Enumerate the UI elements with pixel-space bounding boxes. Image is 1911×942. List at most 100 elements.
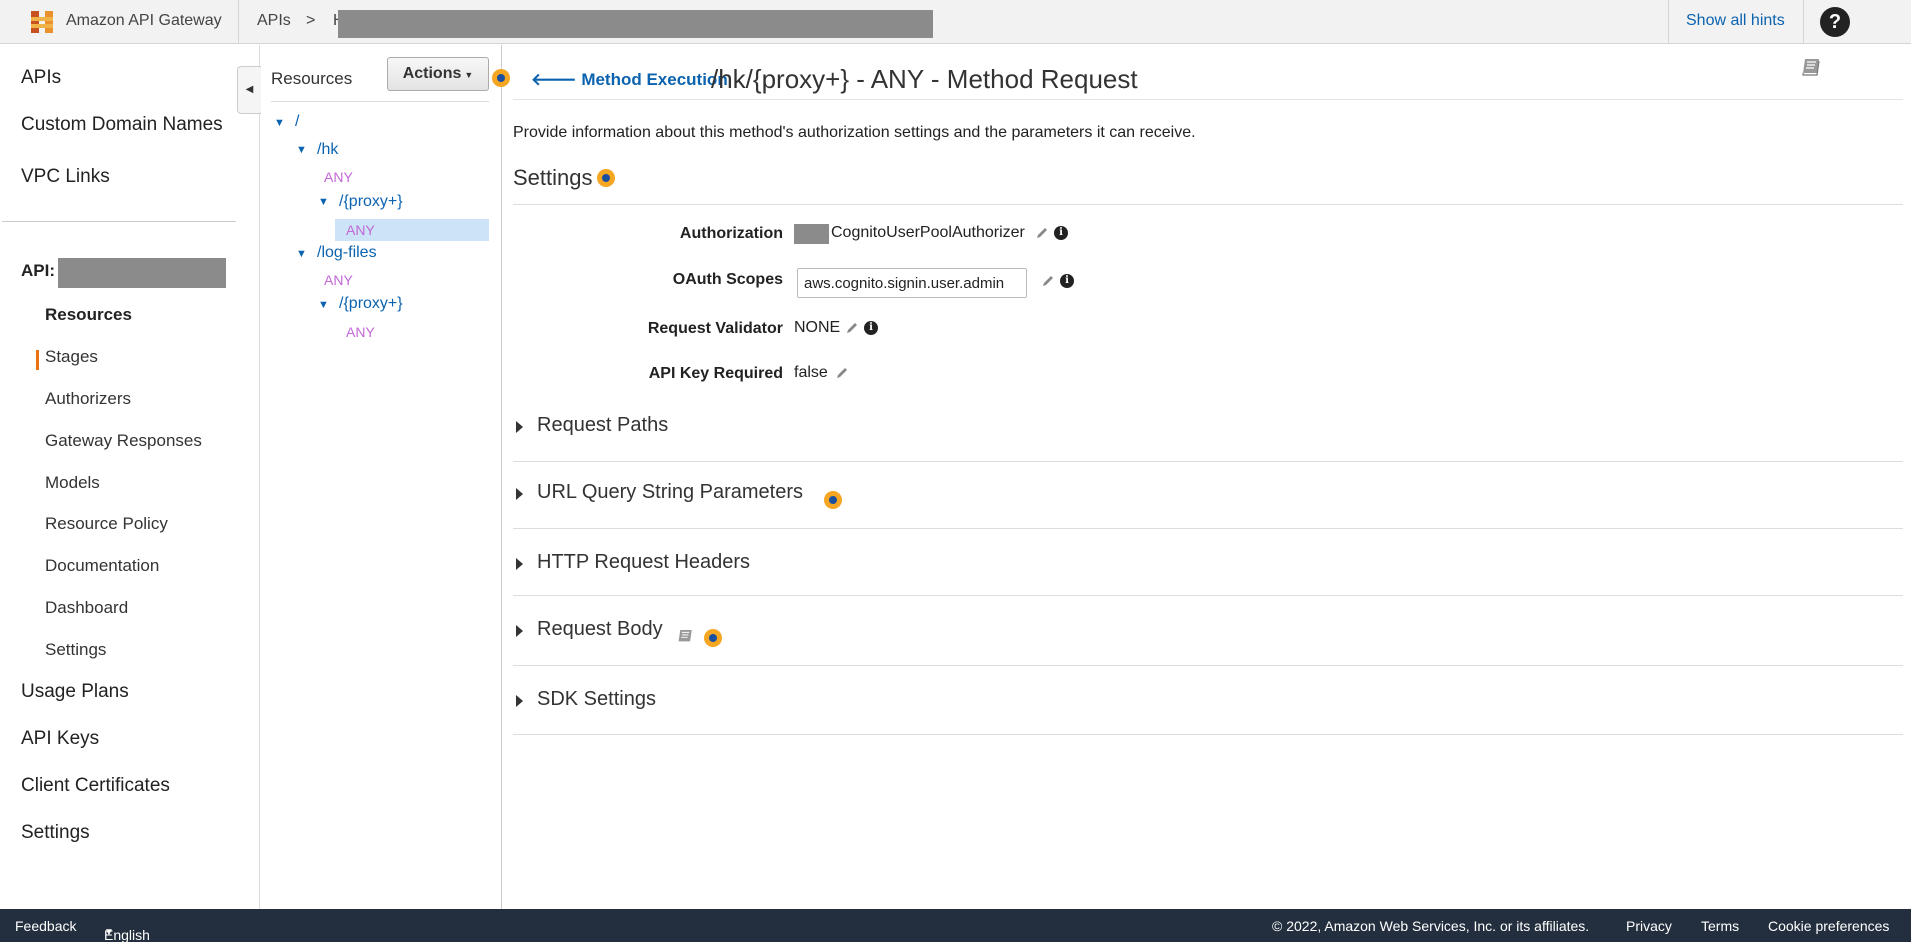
section-request-paths[interactable]: Request Paths xyxy=(513,402,1903,462)
collapse-nav-icon[interactable]: ◀ xyxy=(237,66,261,114)
nav-item-resources[interactable]: Resources xyxy=(45,305,132,325)
cookie-preferences-link[interactable]: Cookie preferences xyxy=(1768,918,1889,934)
tree-method-hk-proxy-any[interactable]: ANY xyxy=(346,222,375,238)
pencil-icon[interactable] xyxy=(835,366,849,380)
description: Provide information about this method's … xyxy=(513,124,1196,141)
actions-button[interactable]: Actions ▼ xyxy=(387,57,489,91)
caret-down-icon: ▼ xyxy=(104,927,114,938)
nav-item-stages[interactable]: Stages xyxy=(45,347,98,367)
book-icon[interactable] xyxy=(677,628,695,645)
nav-item-resource-policy[interactable]: Resource Policy xyxy=(45,514,168,534)
tree-resource-log-files[interactable]: /log-files xyxy=(317,244,377,262)
nav-item-client-certificates[interactable]: Client Certificates xyxy=(21,775,170,797)
footer: Feedback English (US) ▼ © 2022, Amazon W… xyxy=(0,909,1911,942)
caret-down-icon[interactable]: ▼ xyxy=(296,248,307,260)
info-icon[interactable]: i xyxy=(864,321,878,335)
pencil-icon[interactable] xyxy=(1035,226,1049,240)
hint-icon[interactable] xyxy=(704,629,722,647)
oauth-scopes-label: OAuth Scopes xyxy=(672,271,783,288)
tree-method-log-proxy-any[interactable]: ANY xyxy=(346,324,375,340)
nav-divider xyxy=(2,221,236,222)
active-indicator xyxy=(36,350,39,370)
brand-name[interactable]: Amazon API Gateway xyxy=(66,12,222,30)
page-title: /hk/{proxy+} - ANY - Method Request xyxy=(711,64,1138,94)
section-label: SDK Settings xyxy=(537,688,656,710)
pencil-icon[interactable] xyxy=(845,321,859,335)
nav-item-api-settings[interactable]: Settings xyxy=(45,640,106,660)
section-label: Request Body xyxy=(537,618,663,640)
expand-icon xyxy=(516,488,523,500)
section-label: URL Query String Parameters xyxy=(537,481,804,503)
breadcrumb-apis[interactable]: APIs xyxy=(257,12,291,30)
nav-item-dashboard[interactable]: Dashboard xyxy=(45,598,128,618)
method-execution-label: Method Execution xyxy=(581,70,728,89)
pencil-icon[interactable] xyxy=(1041,274,1055,288)
tree-method-hk-any[interactable]: ANY xyxy=(324,169,353,185)
terms-link[interactable]: Terms xyxy=(1701,918,1739,934)
divider xyxy=(238,0,239,44)
authorization-value: CognitoUserPoolAuthorizer xyxy=(831,224,1025,241)
info-icon[interactable]: i xyxy=(1060,274,1074,288)
tree-method-log-any[interactable]: ANY xyxy=(324,272,353,288)
api-key-required-label: API Key Required xyxy=(648,365,783,382)
nav-item-gateway-responses[interactable]: Gateway Responses xyxy=(45,431,202,451)
request-validator-value: NONE xyxy=(794,319,841,336)
divider xyxy=(513,99,1903,100)
actions-label: Actions xyxy=(402,65,462,82)
redacted-block xyxy=(794,224,829,244)
api-gateway-logo-icon[interactable] xyxy=(28,8,56,36)
tree-resource-hk[interactable]: /hk xyxy=(317,141,338,159)
nav-item-custom-domain-names[interactable]: Custom Domain Names xyxy=(21,114,223,136)
caret-down-icon[interactable]: ▼ xyxy=(274,117,285,129)
authorization-label: Authorization xyxy=(679,225,783,242)
divider xyxy=(1668,0,1669,44)
feedback-link[interactable]: Feedback xyxy=(15,918,76,934)
arrow-left-icon: 🡐 xyxy=(531,70,582,89)
divider xyxy=(1803,0,1804,44)
settings-heading: Settings xyxy=(513,165,593,190)
nav-item-vpc-links[interactable]: VPC Links xyxy=(21,166,110,188)
hint-icon[interactable] xyxy=(597,169,615,187)
caret-down-icon[interactable]: ▼ xyxy=(318,299,329,311)
tree-resource-root[interactable]: / xyxy=(295,113,299,131)
show-all-hints-link[interactable]: Show all hints xyxy=(1686,12,1785,30)
nav-item-models[interactable]: Models xyxy=(45,473,100,493)
nav-item-authorizers[interactable]: Authorizers xyxy=(45,389,131,409)
oauth-scopes-input[interactable] xyxy=(797,268,1027,298)
resources-title: Resources xyxy=(271,69,353,88)
section-label: Request Paths xyxy=(537,414,669,436)
tree-resource-log-proxy[interactable]: /{proxy+} xyxy=(339,295,403,313)
section-sdk-settings[interactable]: SDK Settings xyxy=(513,676,1903,735)
divider xyxy=(513,204,1903,205)
tree-resource-hk-proxy[interactable]: /{proxy+} xyxy=(339,193,403,211)
nav-item-apis[interactable]: APIs xyxy=(21,67,61,89)
hint-icon[interactable] xyxy=(824,491,842,509)
expand-icon xyxy=(516,625,523,637)
top-bar: Amazon API Gateway APIs > H Show all hin… xyxy=(0,0,1911,44)
left-navigation: APIs Custom Domain Names VPC Links API: … xyxy=(0,45,260,909)
section-url-query-string-parameters[interactable]: URL Query String Parameters xyxy=(513,469,1903,529)
caret-down-icon[interactable]: ▼ xyxy=(296,144,307,156)
expand-icon xyxy=(516,695,523,707)
section-label: HTTP Request Headers xyxy=(537,551,751,573)
info-icon[interactable]: i xyxy=(1054,226,1068,240)
nav-item-settings[interactable]: Settings xyxy=(21,822,90,844)
nav-item-api-keys[interactable]: API Keys xyxy=(21,728,99,750)
book-icon[interactable] xyxy=(1801,57,1823,77)
nav-item-usage-plans[interactable]: Usage Plans xyxy=(21,681,129,703)
method-execution-link[interactable]: 🡐 Method Execution xyxy=(531,70,728,90)
nav-item-documentation[interactable]: Documentation xyxy=(45,556,159,576)
section-http-request-headers[interactable]: HTTP Request Headers xyxy=(513,539,1903,596)
resources-panel: Resources Actions ▼ ▼ / ▼ /hk ANY ▼ /{pro… xyxy=(261,45,510,909)
api-label: API: xyxy=(21,261,55,280)
expand-icon xyxy=(516,558,523,570)
redacted-api-name xyxy=(58,258,226,288)
request-validator-label: Request Validator xyxy=(647,320,783,337)
help-icon[interactable]: ? xyxy=(1820,7,1850,37)
breadcrumb-separator: > xyxy=(306,12,316,29)
divider xyxy=(271,101,489,102)
privacy-link[interactable]: Privacy xyxy=(1626,918,1672,934)
caret-down-icon[interactable]: ▼ xyxy=(318,196,329,208)
redacted-block xyxy=(338,10,933,38)
expand-icon xyxy=(516,421,523,433)
